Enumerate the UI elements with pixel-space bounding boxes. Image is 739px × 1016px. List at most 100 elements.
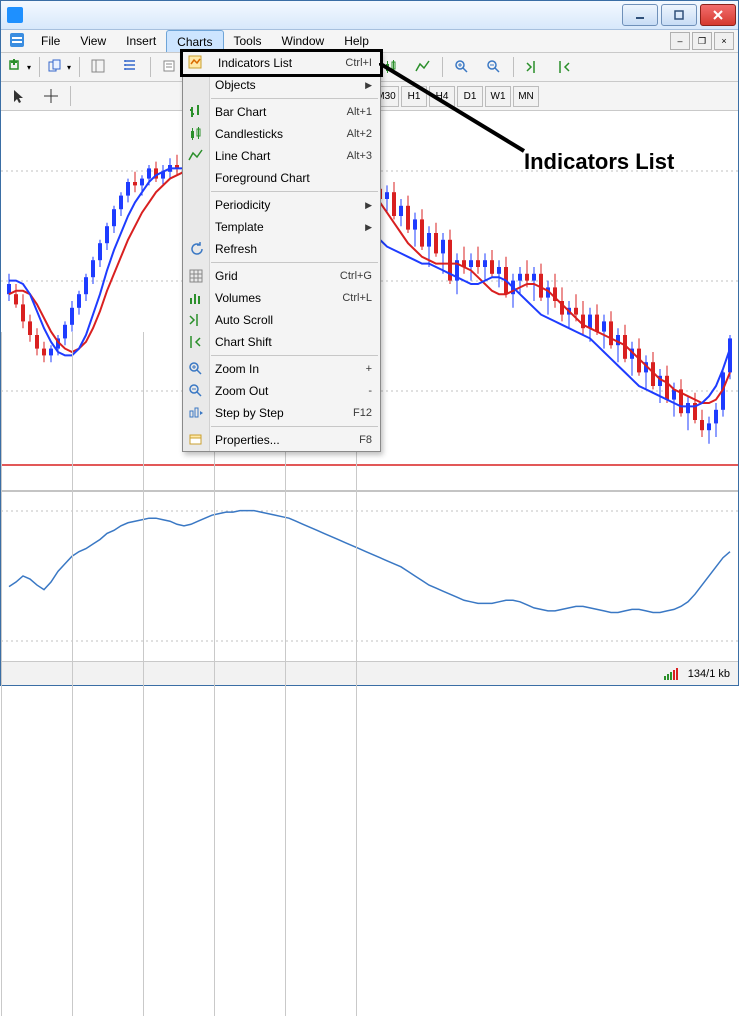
menu-item-shortcut: Alt+2: [347, 128, 372, 140]
new-order-icon: [162, 59, 178, 75]
menu-label: View: [80, 34, 106, 48]
child-minimize-button[interactable]: ‒: [670, 32, 690, 50]
menu-chart-shift[interactable]: Chart Shift: [183, 331, 380, 353]
app-window: File View Insert Charts Tools Window Hel…: [0, 0, 739, 686]
volumes-icon: [188, 290, 204, 306]
menu-insert[interactable]: Insert: [116, 30, 166, 52]
chart-shift-icon: [557, 59, 573, 75]
menu-item-shortcut: F8: [359, 434, 372, 446]
new-chart-button[interactable]: ▾: [4, 55, 35, 79]
status-cell: [72, 332, 143, 1016]
plus-chart-icon: [8, 59, 24, 75]
menu-item-shortcut: Alt+3: [347, 150, 372, 162]
menu-item-shortcut: -: [368, 385, 372, 397]
menu-refresh[interactable]: Refresh: [183, 238, 380, 260]
menu-item-shortcut: Ctrl+G: [340, 270, 372, 282]
menu-item-shortcut: Alt+1: [347, 106, 372, 118]
callout-label: Indicators List: [524, 149, 674, 175]
menu-label: Help: [344, 34, 369, 48]
minimize-icon: [634, 9, 646, 21]
menu-item-label: Line Chart: [215, 149, 270, 163]
cursor-icon: [11, 88, 27, 104]
minimize-button[interactable]: [622, 4, 658, 26]
profiles-icon: [48, 59, 64, 75]
menu-item-shortcut: +: [366, 363, 372, 375]
dropdown-arrow-icon: ▾: [27, 63, 31, 72]
menu-item-label: Auto Scroll: [215, 313, 273, 327]
market-watch-button[interactable]: [84, 55, 114, 79]
market-watch-icon: [91, 59, 107, 75]
menu-item-label: Zoom Out: [215, 384, 268, 398]
indicators-list-icon: [188, 55, 204, 71]
statusbar: 134/1 kb: [1, 661, 738, 685]
menu-periodicity[interactable]: Periodicity ▶: [183, 194, 380, 216]
chart-shift-button[interactable]: [550, 55, 580, 79]
step-icon: [188, 405, 204, 421]
menu-item-label: Indicators List: [218, 56, 292, 70]
crosshair-icon: [43, 88, 59, 104]
menu-step-by-step[interactable]: Step by Step F12: [183, 402, 380, 424]
menu-foreground-chart[interactable]: Foreground Chart: [183, 167, 380, 189]
menu-file[interactable]: File: [31, 30, 70, 52]
autoscroll-icon: [188, 312, 204, 328]
menu-objects[interactable]: Objects ▶: [183, 74, 380, 96]
menu-properties[interactable]: Properties... F8: [183, 429, 380, 451]
maximize-icon: [673, 9, 685, 21]
properties-icon: [188, 432, 204, 448]
menu-item-label: Volumes: [215, 291, 261, 305]
chart-shift-icon: [188, 334, 204, 350]
maximize-button[interactable]: [661, 4, 697, 26]
cursor-button[interactable]: [4, 84, 34, 108]
menu-item-shortcut: Ctrl+L: [342, 292, 372, 304]
close-icon: [712, 9, 724, 21]
menu-grid[interactable]: Grid Ctrl+G: [183, 265, 380, 287]
line-chart-icon: [188, 148, 204, 164]
menu-label: File: [41, 34, 60, 48]
menu-label: Insert: [126, 34, 156, 48]
menu-autoscroll[interactable]: Auto Scroll: [183, 309, 380, 331]
menu-item-label: Zoom In: [215, 362, 259, 376]
connection-icon: [664, 668, 682, 680]
charts-dropdown: Indicators List Ctrl+I Objects ▶ Bar Cha…: [182, 51, 381, 452]
menu-volumes[interactable]: Volumes Ctrl+L: [183, 287, 380, 309]
candlestick-icon: [188, 126, 204, 142]
submenu-arrow-icon: ▶: [365, 222, 372, 233]
menu-line-chart[interactable]: Line Chart Alt+3: [183, 145, 380, 167]
menu-label: Tools: [234, 34, 262, 48]
menu-item-label: Candlesticks: [215, 127, 283, 141]
menu-item-label: Properties...: [215, 433, 280, 447]
status-cell: [1, 332, 72, 1016]
menu-label: Window: [282, 34, 325, 48]
menu-item-label: Periodicity: [215, 198, 270, 212]
navigator-icon: [123, 59, 139, 75]
menu-indicators-list[interactable]: Indicators List Ctrl+I: [180, 49, 383, 77]
menu-zoom-out[interactable]: Zoom Out -: [183, 380, 380, 402]
menu-item-label: Foreground Chart: [215, 171, 310, 185]
child-close-button[interactable]: ×: [714, 32, 734, 50]
app-menu-icon[interactable]: [9, 32, 27, 50]
dropdown-arrow-icon: ▾: [67, 63, 71, 72]
menu-view[interactable]: View: [70, 30, 116, 52]
menu-item-label: Template: [215, 220, 264, 234]
profiles-button[interactable]: ▾: [44, 55, 75, 79]
child-restore-button[interactable]: ❐: [692, 32, 712, 50]
submenu-arrow-icon: ▶: [365, 80, 372, 91]
callout-arrow: [379, 63, 549, 163]
menu-item-shortcut: Ctrl+I: [345, 57, 372, 69]
menu-template[interactable]: Template ▶: [183, 216, 380, 238]
zoom-in-icon: [188, 361, 204, 377]
app-icon: [7, 7, 23, 23]
navigator-button[interactable]: [116, 55, 146, 79]
menu-item-label: Refresh: [215, 242, 257, 256]
titlebar: [1, 1, 738, 30]
menu-bar-chart[interactable]: Bar Chart Alt+1: [183, 101, 380, 123]
menu-item-label: Bar Chart: [215, 105, 266, 119]
crosshair-button[interactable]: [36, 84, 66, 108]
close-button[interactable]: [700, 4, 736, 26]
menu-label: Charts: [177, 35, 212, 49]
menu-candlesticks[interactable]: Candlesticks Alt+2: [183, 123, 380, 145]
menu-zoom-in[interactable]: Zoom In +: [183, 358, 380, 380]
bar-chart-icon: [188, 104, 204, 120]
zoom-out-icon: [188, 383, 204, 399]
submenu-arrow-icon: ▶: [365, 200, 372, 211]
